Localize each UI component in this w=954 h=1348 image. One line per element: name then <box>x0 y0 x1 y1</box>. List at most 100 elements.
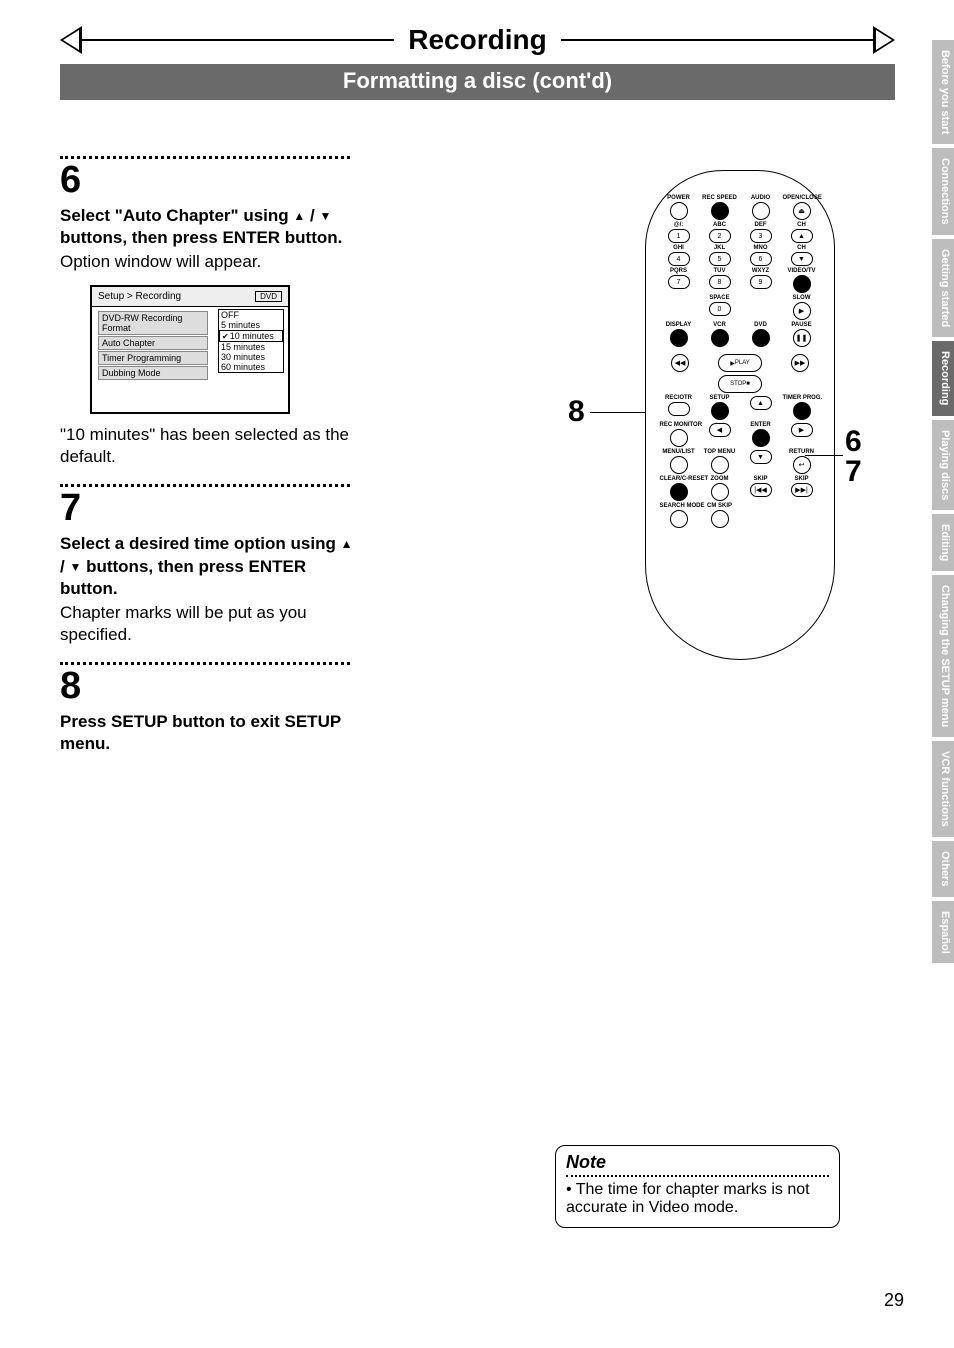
btn-label: VIDEO/TV <box>783 268 821 274</box>
btn-label: POWER <box>660 195 698 201</box>
return-button: ↩ <box>793 456 811 474</box>
step-divider <box>60 484 350 487</box>
num-1-button: 1 <box>668 229 690 243</box>
btn-label: OPEN/CLOSE <box>783 195 821 201</box>
cm-skip-button <box>711 510 729 528</box>
step6-bold-part2: buttons, then press ENTER button. <box>60 228 342 247</box>
step-number-6: 6 <box>60 161 360 199</box>
time-option-selected: 10 minutes <box>219 330 283 342</box>
btn-label: DEF <box>742 222 780 228</box>
time-option: 15 minutes <box>219 342 283 352</box>
dvd-badge: DVD <box>255 291 282 302</box>
video-tv-button <box>793 275 811 293</box>
skip-back-button: |◀◀ <box>750 483 772 497</box>
tab-vcr-functions: VCR functions <box>932 741 954 837</box>
skip-fwd-button: ▶▶| <box>791 483 813 497</box>
page-title-row: Recording <box>60 20 895 60</box>
menu-item: Timer Programming <box>98 351 208 365</box>
title-rule <box>82 39 394 41</box>
btn-label: DVD <box>742 322 780 328</box>
pause-button: ❚❚ <box>793 329 811 347</box>
slow-button: ▶ <box>793 302 811 320</box>
num-9-button: 9 <box>750 275 772 289</box>
btn-label: PAUSE <box>783 322 821 328</box>
btn-label: MENU/LIST <box>660 449 698 455</box>
power-button <box>670 202 688 220</box>
tab-others: Others <box>932 841 954 896</box>
ch-up-button: ▲ <box>791 229 813 243</box>
btn-label: PQRS <box>660 268 698 274</box>
open-close-button: ⏏ <box>793 202 811 220</box>
step-number-7: 7 <box>60 489 360 527</box>
rewind-button: ◀◀ <box>671 354 689 372</box>
title-pointer-right <box>873 26 895 54</box>
btn-label: JKL <box>701 245 739 251</box>
num-6-button: 6 <box>750 252 772 266</box>
num-4-button: 4 <box>668 252 690 266</box>
btn-label: REC MONITOR <box>660 422 698 428</box>
display-button <box>670 329 688 347</box>
tab-recording: Recording <box>932 341 954 415</box>
down-button: ▼ <box>750 450 772 464</box>
play-label: PLAY <box>735 360 750 366</box>
remote-control: POWER REC SPEED AUDIO OPEN/CLOSE⏏ @/:1 A… <box>645 170 835 660</box>
step6-body: Option window will appear. <box>60 251 360 273</box>
option-window: Setup > Recording DVD DVD-RW Recording F… <box>90 285 290 414</box>
btn-label: SKIP <box>783 476 821 482</box>
page-title: Recording <box>394 24 560 56</box>
setup-button <box>711 402 729 420</box>
stop-button: STOP ■ <box>718 375 762 393</box>
rec-otr-button <box>668 402 690 416</box>
callout-8: 8 <box>568 395 585 429</box>
tab-before-you-start: Before you start <box>932 40 954 144</box>
btn-label: MNO <box>742 245 780 251</box>
step7-bold-part1: Select a desired time option using <box>60 534 341 553</box>
title-pointer-left <box>60 26 82 54</box>
stop-label: STOP <box>730 381 746 387</box>
play-button: ▶ PLAY <box>718 354 762 372</box>
btn-label: CH <box>783 222 821 228</box>
callout-line <box>805 455 843 456</box>
btn-label: CH <box>783 245 821 251</box>
btn-label: REC/OTR <box>660 395 698 401</box>
step-divider <box>60 156 350 159</box>
note-divider <box>566 1175 829 1177</box>
timer-prog-button <box>793 402 811 420</box>
tab-connections: Connections <box>932 148 954 235</box>
step7-instruction: Select a desired time option using ▲ / ▼… <box>60 533 360 599</box>
section-subtitle: Formatting a disc (cont'd) <box>60 64 895 100</box>
tab-espanol: Español <box>932 901 954 964</box>
num-3-button: 3 <box>750 229 772 243</box>
note-text: • The time for chapter marks is not accu… <box>566 1181 829 1217</box>
callout-line <box>590 412 645 413</box>
note-box: Note • The time for chapter marks is not… <box>555 1145 840 1228</box>
audio-button <box>752 202 770 220</box>
note-heading: Note <box>566 1152 829 1173</box>
num-8-button: 8 <box>709 275 731 289</box>
ch-down-button: ▼ <box>791 252 813 266</box>
down-arrow-icon: ▼ <box>319 209 331 225</box>
time-option: 5 minutes <box>219 320 283 330</box>
btn-label: CLEAR/C-RESET <box>660 476 698 482</box>
btn-label: CM SKIP <box>701 503 739 509</box>
vcr-button <box>711 329 729 347</box>
btn-label: WXYZ <box>742 268 780 274</box>
btn-label: AUDIO <box>742 195 780 201</box>
callout-6: 6 <box>845 425 862 459</box>
num-2-button: 2 <box>709 229 731 243</box>
dvd-button <box>752 329 770 347</box>
up-button: ▲ <box>750 396 772 410</box>
option-window-breadcrumb: Setup > Recording <box>98 291 181 302</box>
top-menu-button <box>711 456 729 474</box>
menu-item: Dubbing Mode <box>98 366 208 380</box>
step-divider <box>60 662 350 665</box>
step6-bold-part1: Select "Auto Chapter" using <box>60 206 289 225</box>
time-option: OFF <box>219 310 283 320</box>
btn-label: ZOOM <box>701 476 739 482</box>
num-5-button: 5 <box>709 252 731 266</box>
time-option: 30 minutes <box>219 352 283 362</box>
num-7-button: 7 <box>668 275 690 289</box>
side-tabs: Before you start Connections Getting sta… <box>932 40 954 1320</box>
page-number: 29 <box>884 1290 904 1311</box>
btn-label: GHI <box>660 245 698 251</box>
